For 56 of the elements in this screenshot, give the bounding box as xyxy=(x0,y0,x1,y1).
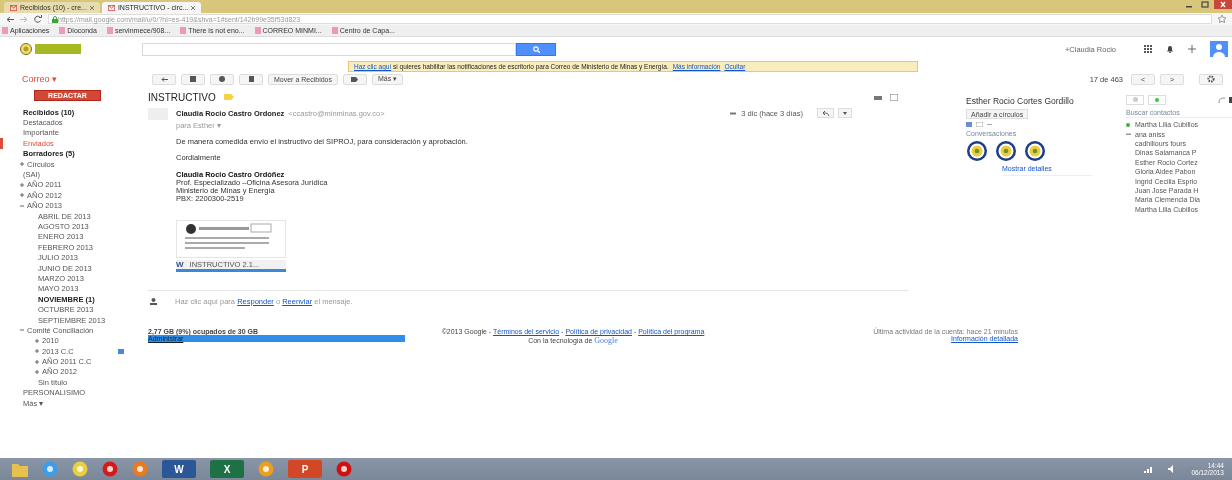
page-icon xyxy=(331,27,338,34)
contact-name: Esther Rocio Cortes Gordillo xyxy=(966,96,1075,106)
more-options-button[interactable] xyxy=(838,108,852,118)
plus-icon[interactable] xyxy=(1188,45,1196,53)
seal-icon xyxy=(20,43,32,55)
person-icon xyxy=(1132,97,1138,102)
back-icon[interactable] xyxy=(6,15,14,23)
bell-icon[interactable] xyxy=(1166,45,1174,53)
search-button[interactable] xyxy=(516,42,556,56)
taskbar-app[interactable]: P xyxy=(288,460,322,478)
status-dot-icon xyxy=(1155,97,1159,102)
taskbar-app[interactable]: W xyxy=(162,460,196,478)
settings-button[interactable] xyxy=(1199,73,1223,85)
apps-grid-icon[interactable] xyxy=(1144,45,1152,53)
taskbar-app[interactable]: X xyxy=(210,460,244,478)
maximize-icon[interactable] xyxy=(1198,0,1212,9)
search-icon xyxy=(532,45,540,53)
caret-icon xyxy=(843,111,847,115)
close-icon xyxy=(89,5,94,10)
page-icon xyxy=(180,27,187,34)
app-icon[interactable] xyxy=(258,461,274,477)
reply-icon xyxy=(822,110,829,116)
brand-name: Google xyxy=(594,336,618,345)
label-icon xyxy=(351,76,359,82)
online-dot xyxy=(1126,122,1132,127)
reload-icon[interactable] xyxy=(34,15,42,23)
seal-icon[interactable] xyxy=(966,140,988,162)
subject-title: INSTRUCTIVO xyxy=(148,91,216,103)
person-icon xyxy=(150,298,157,305)
page-icon xyxy=(2,27,8,34)
label-tag-icon xyxy=(223,94,234,100)
star-icon[interactable] xyxy=(1218,15,1226,23)
network-icon[interactable] xyxy=(1144,465,1155,473)
back-button[interactable] xyxy=(152,73,176,85)
close-icon xyxy=(191,5,196,10)
more-icon[interactable] xyxy=(987,122,992,127)
spam-button[interactable] xyxy=(210,73,234,85)
delete-button[interactable] xyxy=(239,73,263,85)
search-field[interactable] xyxy=(142,42,516,56)
label-button[interactable] xyxy=(342,73,367,85)
page-icon xyxy=(106,27,113,34)
close-icon[interactable] xyxy=(1214,0,1232,9)
seal-icon[interactable] xyxy=(995,140,1017,162)
avatar-icon[interactable] xyxy=(1210,41,1228,57)
page-icon xyxy=(59,27,66,34)
arrow-left-icon xyxy=(160,76,168,82)
logo-banner-icon xyxy=(35,44,81,54)
lock-icon xyxy=(52,15,58,23)
archive-button[interactable] xyxy=(181,73,205,85)
word-file-icon: W xyxy=(176,260,184,269)
page-icon xyxy=(254,27,261,34)
mail-menu[interactable]: Correo ▾ xyxy=(22,74,152,84)
document-thumbnail[interactable] xyxy=(176,220,286,258)
seal-icon[interactable] xyxy=(1024,140,1046,162)
reply-button[interactable] xyxy=(817,108,834,118)
settings-icon xyxy=(1207,75,1215,83)
